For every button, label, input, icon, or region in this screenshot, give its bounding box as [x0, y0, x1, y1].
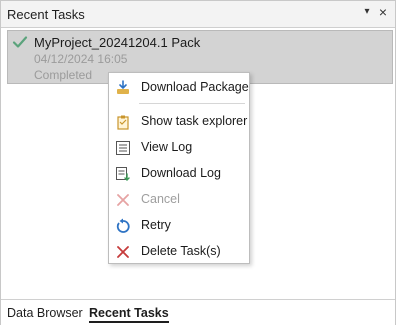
tab-data-browser[interactable]: Data Browser	[7, 306, 83, 320]
cancel-icon	[117, 194, 129, 206]
task-date: 04/12/2024 16:05	[34, 52, 128, 66]
download-log-icon	[116, 167, 130, 181]
menu-item-download-package[interactable]: Download Package	[109, 76, 249, 100]
panel-close-icon[interactable]: ×	[377, 4, 389, 20]
bottom-tab-strip: Data Browser Recent Tasks	[1, 299, 395, 325]
tab-recent-tasks[interactable]: Recent Tasks	[89, 306, 169, 323]
menu-item-label: Download Log	[141, 166, 221, 180]
menu-item-label: View Log	[141, 140, 193, 154]
task-name: MyProject_20241204.1 Pack	[34, 35, 201, 50]
task-context-menu: Download Package Show task explorer View…	[108, 72, 250, 264]
panel-title: Recent Tasks	[7, 7, 85, 22]
menu-item-view-log[interactable]: View Log	[109, 136, 249, 160]
task-status: Completed	[34, 68, 93, 82]
panel-menu-dropdown-icon[interactable]: ▾	[361, 6, 373, 17]
retry-icon	[116, 218, 130, 233]
checkmark-icon	[12, 36, 28, 48]
clipboard-icon	[117, 115, 129, 130]
menu-item-label: Delete Task(s)	[141, 244, 221, 258]
menu-item-cancel[interactable]: Cancel	[109, 188, 249, 212]
menu-item-label: Download Package	[141, 80, 249, 94]
menu-item-label: Retry	[141, 218, 171, 232]
delete-icon	[117, 246, 129, 258]
menu-separator	[139, 103, 245, 104]
menu-item-show-task-explorer[interactable]: Show task explorer	[109, 110, 249, 134]
list-icon	[116, 141, 130, 155]
menu-item-delete-tasks[interactable]: Delete Task(s)	[109, 240, 249, 264]
menu-item-label: Cancel	[141, 192, 180, 206]
menu-item-download-log[interactable]: Download Log	[109, 162, 249, 186]
menu-item-retry[interactable]: Retry	[109, 214, 249, 238]
download-package-icon	[117, 80, 129, 94]
panel-titlebar: Recent Tasks ▾ ×	[1, 1, 395, 28]
menu-item-label: Show task explorer	[141, 114, 248, 128]
